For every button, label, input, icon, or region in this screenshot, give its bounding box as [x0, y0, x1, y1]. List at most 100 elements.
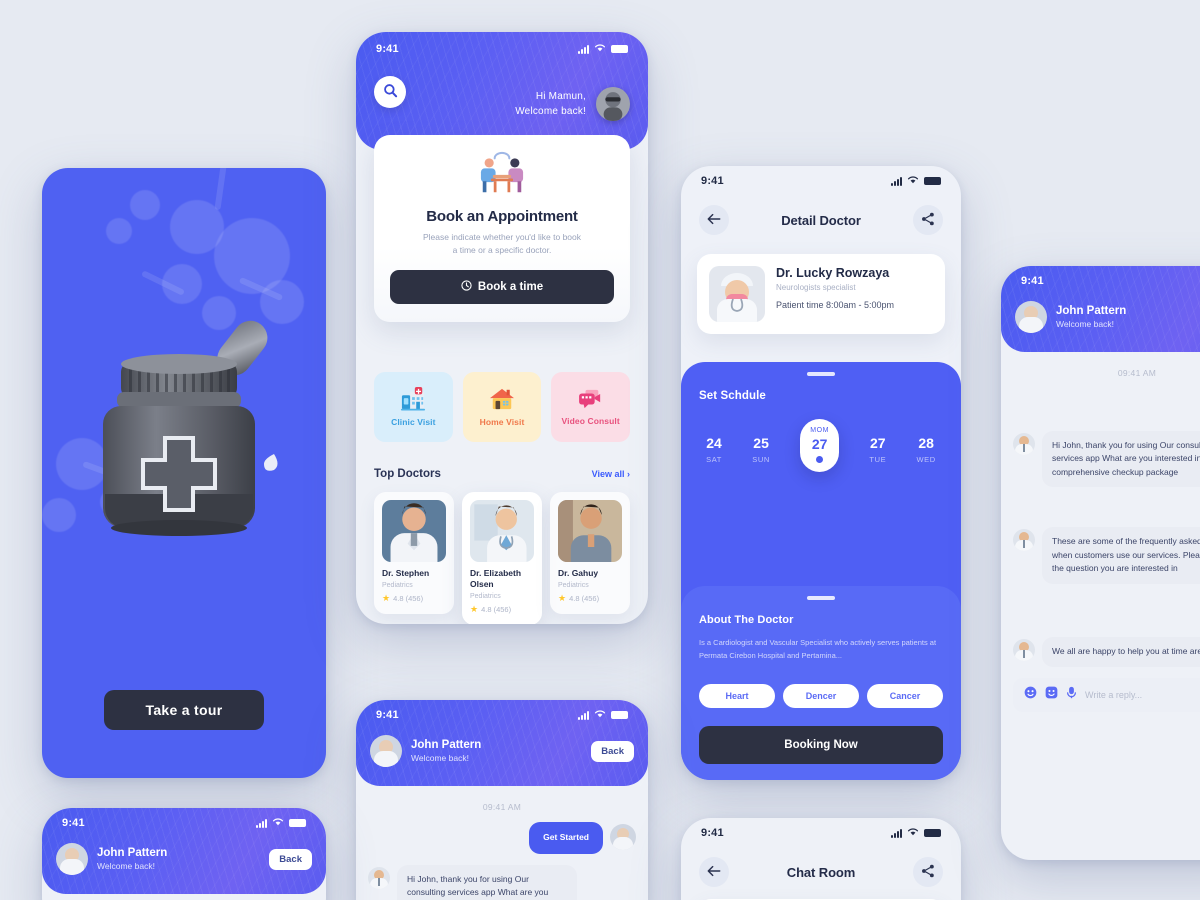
- cellular-signal-icon: [578, 710, 589, 720]
- wifi-icon: [272, 817, 284, 829]
- day-option-28[interactable]: 28 WED: [916, 435, 935, 464]
- booking-now-button[interactable]: Booking Now: [699, 726, 943, 764]
- star-icon: ★: [558, 593, 567, 603]
- chat-timestamp: 09:41 AM: [1117, 368, 1157, 378]
- day-name: WED: [916, 454, 936, 464]
- avatar[interactable]: [1015, 301, 1047, 333]
- chat-message-list: 09:41 AM Get Started Hi John, thank you …: [1001, 352, 1200, 667]
- status-bar: 9:41: [356, 34, 648, 57]
- book-appointment-card: Book an Appointment Please indicate whet…: [374, 135, 630, 322]
- specialty-tags: Heart Dencer Cancer: [699, 684, 943, 708]
- day-option-27[interactable]: 27 TUE: [869, 435, 886, 464]
- chat-message-incoming: These are some of the frequently asked q…: [1013, 527, 1200, 584]
- doctor-photo: [709, 266, 765, 322]
- view-all-link[interactable]: View all ›: [592, 469, 630, 479]
- doctor-rating: ★ 4.8 (456): [382, 593, 446, 604]
- doctor-specialty: Neurologists specialist: [776, 283, 856, 292]
- status-time: 9:41: [62, 817, 85, 829]
- drag-handle[interactable]: [807, 596, 835, 600]
- screen-chat-room-partial: 9:41 Chat Room: [681, 818, 961, 900]
- back-button[interactable]: [699, 857, 729, 887]
- cellular-signal-icon: [578, 44, 589, 54]
- status-icons: [891, 827, 941, 839]
- avatar: [1013, 529, 1035, 551]
- back-button[interactable]: Back: [269, 848, 312, 870]
- chat-message-list: 09:41 AM Get Started Hi John, thank you …: [356, 786, 648, 900]
- screen-home-book-appointment: 9:41 Hi Mamun, Welcome back! Book an App…: [356, 32, 648, 624]
- book-a-time-button[interactable]: Book a time: [390, 270, 614, 304]
- microphone-icon[interactable]: [1066, 686, 1077, 704]
- service-clinic-visit[interactable]: Clinic Visit: [374, 372, 453, 442]
- avatar: [368, 866, 390, 889]
- chat-message-incoming: Hi John, thank you for using Our consult…: [368, 864, 636, 900]
- doctor-specialty: Pediatrics: [558, 582, 589, 589]
- day-name: MOM: [810, 426, 830, 434]
- status-time: 9:41: [376, 43, 399, 55]
- navigation-bar: Chat Room: [681, 841, 961, 887]
- service-video-consult[interactable]: Video Consult: [551, 372, 631, 442]
- chat-reply-bar[interactable]: Write a reply...: [1013, 677, 1200, 712]
- status-time: 9:41: [701, 827, 724, 839]
- cellular-signal-icon: [891, 176, 902, 186]
- greeting-text: Hi Mamun, Welcome back!: [515, 89, 586, 119]
- tag-cancer[interactable]: Cancer: [867, 684, 943, 708]
- home-header: 9:41 Hi Mamun, Welcome back!: [356, 32, 648, 150]
- status-icons: [256, 817, 306, 829]
- schedule-title: Set Schdule: [699, 390, 766, 402]
- tag-dencer[interactable]: Dencer: [783, 684, 859, 708]
- back-button[interactable]: Back: [591, 740, 634, 762]
- hospital-icon: [400, 387, 426, 413]
- tag-heart[interactable]: Heart: [699, 684, 775, 708]
- avatar: [1013, 432, 1035, 455]
- avatar[interactable]: [56, 843, 88, 875]
- reply-input[interactable]: Write a reply...: [1085, 690, 1142, 700]
- status-bar: 9:41: [681, 166, 961, 189]
- medicine-bottle-illustration: [42, 288, 326, 578]
- day-option-27-selected[interactable]: MOM 27: [800, 418, 840, 472]
- doctor-card[interactable]: Dr. Stephen Pediatrics ★ 4.8 (456): [374, 492, 454, 614]
- status-time: 9:41: [376, 709, 399, 721]
- share-button[interactable]: [912, 205, 943, 235]
- avatar: [610, 824, 636, 850]
- battery-icon: [289, 819, 306, 827]
- card-subtitle-1: Please indicate whether you'd like to bo…: [422, 232, 582, 242]
- status-icons: [578, 43, 628, 55]
- view-all-label: View all: [591, 469, 625, 479]
- doctor-photo: [470, 500, 534, 562]
- doctor-name: Dr. Lucky Rowzaya: [776, 266, 890, 280]
- share-button[interactable]: [913, 857, 943, 887]
- doctor-photo: [382, 500, 446, 562]
- video-chat-icon: [577, 388, 605, 412]
- about-doctor-panel: About The Doctor Is a Cardiologist and V…: [681, 586, 961, 780]
- chat-message-outgoing: Get Started: [368, 822, 636, 854]
- day-name: TUE: [869, 454, 887, 464]
- star-icon: ★: [470, 604, 479, 614]
- doctor-card[interactable]: Dr. Elizabeth Olsen Pediatrics ★ 4.8 (45…: [462, 492, 542, 624]
- house-icon: [489, 387, 515, 413]
- service-home-visit[interactable]: Home Visit: [462, 372, 542, 442]
- back-button[interactable]: [699, 205, 729, 235]
- day-number: 27: [811, 435, 828, 452]
- avatar[interactable]: [596, 87, 630, 121]
- sticker-icon[interactable]: [1045, 686, 1058, 704]
- day-option-24[interactable]: 24 SAT: [706, 435, 722, 464]
- star-icon: ★: [382, 593, 391, 603]
- avatar[interactable]: [370, 735, 402, 767]
- chat-message-outgoing: [1013, 498, 1200, 516]
- drag-handle[interactable]: [807, 372, 835, 376]
- chat-user-row: John Pattern Welcome back!: [1001, 289, 1200, 333]
- day-option-25[interactable]: 25 SUN: [752, 435, 770, 464]
- doctor-card[interactable]: Dr. Gahuy Pediatrics ★ 4.8 (456): [550, 492, 630, 614]
- page-title: Chat Room: [786, 864, 856, 880]
- about-title: About The Doctor: [699, 614, 794, 626]
- doctor-rating: ★ 4.8 (456): [558, 593, 622, 604]
- doctor-rating: ★ 4.8 (456): [470, 604, 534, 615]
- chevron-right-icon: ›: [627, 469, 630, 479]
- service-label: Clinic Visit: [391, 417, 436, 427]
- emoji-icon[interactable]: [1024, 686, 1037, 704]
- chat-contact-name: John Pattern: [411, 739, 482, 751]
- bubble-text: Get Started: [529, 822, 603, 854]
- arrow-left-icon: [707, 213, 721, 228]
- day-number: 28: [918, 434, 934, 451]
- take-a-tour-button[interactable]: Take a tour: [104, 690, 264, 730]
